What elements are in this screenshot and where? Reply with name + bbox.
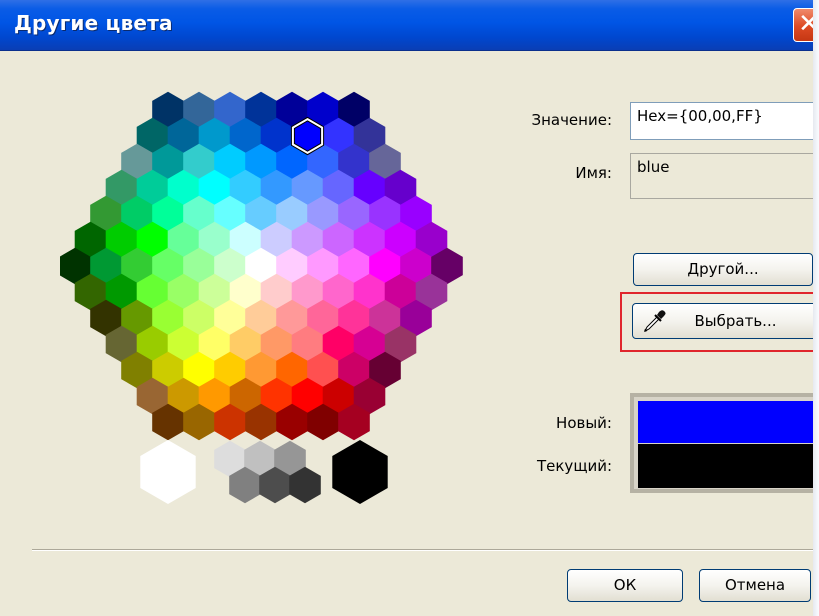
- other-button[interactable]: Другой...: [633, 253, 813, 286]
- title-bar[interactable]: Другие цвета ✕: [0, 0, 819, 51]
- pick-button-label: Выбрать...: [694, 312, 777, 330]
- value-label: Значение:: [531, 111, 612, 129]
- ok-button[interactable]: ОК: [567, 569, 683, 602]
- color-preview: [630, 393, 819, 493]
- window-edge: [813, 0, 819, 616]
- value-field[interactable]: Hex={00,00,FF}: [630, 102, 819, 140]
- name-label: Имя:: [575, 164, 612, 182]
- eyedropper-icon: [643, 310, 666, 333]
- new-label: Новый:: [556, 414, 612, 432]
- other-button-label: Другой...: [687, 260, 759, 278]
- current-label: Текущий:: [536, 457, 612, 475]
- colors-dialog: Другие цвета ✕ Значение: Hex={00,00,FF} …: [0, 0, 819, 616]
- ok-button-label: ОК: [613, 576, 637, 594]
- gray-swatch-white[interactable]: [140, 440, 196, 504]
- cancel-button-label: Отмена: [724, 576, 786, 594]
- name-field: blue: [630, 153, 819, 199]
- dialog-title: Другие цвета: [14, 11, 173, 35]
- new-color-swatch: [638, 401, 814, 443]
- current-color-swatch: [638, 444, 814, 488]
- separator: [32, 549, 819, 551]
- gray-swatch-black[interactable]: [332, 440, 388, 504]
- color-honeycomb[interactable]: [60, 80, 480, 520]
- cancel-button[interactable]: Отмена: [699, 569, 811, 602]
- pick-button[interactable]: Выбрать...: [632, 303, 817, 339]
